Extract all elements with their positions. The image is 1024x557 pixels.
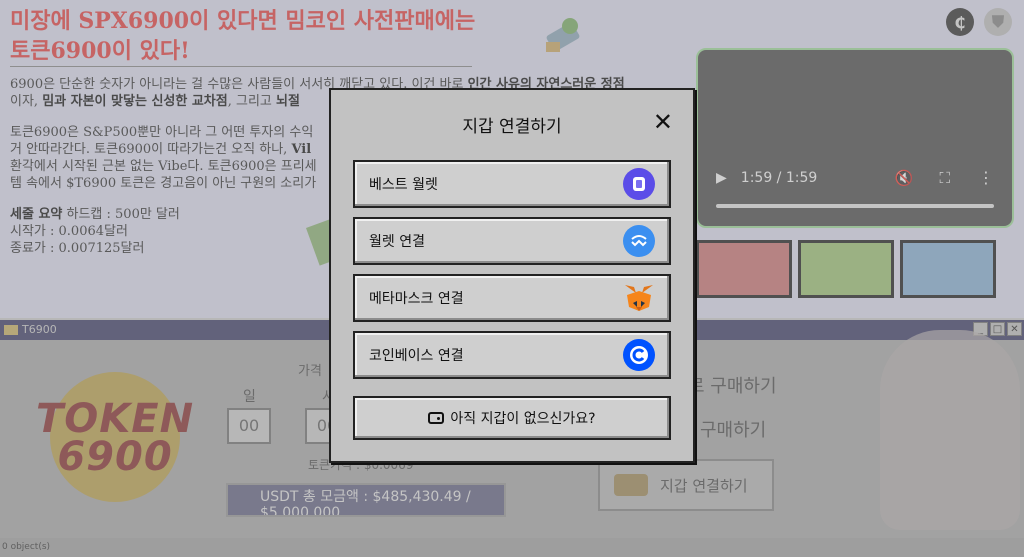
no-wallet-button[interactable]: 아직 지갑이 없으신가요?: [353, 396, 671, 440]
wallet-option-label: 코인베이스 연결: [369, 348, 464, 364]
wallet-option-label: 베스트 월렛: [369, 177, 438, 193]
metamask-fox-icon: [623, 282, 655, 314]
wallet-option-best-wallet[interactable]: 베스트 월렛: [353, 160, 671, 208]
presale-page: 미장에 SPX6900이 있다면 밈코인 사전판매에는 토큰6900이 있다! …: [0, 0, 1024, 557]
coinbase-icon: [623, 339, 655, 371]
wallet-option-label: 메타마스크 연결: [369, 291, 464, 307]
connect-wallet-modal: 지갑 연결하기 ✕ 베스트 월렛 월렛 연결 메타마스크 연결 코인베이스 연결: [329, 88, 695, 463]
modal-title: 지갑 연결하기: [462, 117, 562, 137]
wallet-option-coinbase[interactable]: 코인베이스 연결: [353, 331, 671, 379]
wallet-icon: [428, 412, 445, 424]
no-wallet-label: 아직 지갑이 없으신가요?: [450, 411, 596, 427]
wallet-option-metamask[interactable]: 메타마스크 연결: [353, 274, 671, 322]
wallet-option-walletconnect[interactable]: 월렛 연결: [353, 217, 671, 265]
best-wallet-icon: [623, 168, 655, 200]
close-icon[interactable]: ✕: [653, 110, 673, 134]
walletconnect-icon: [623, 225, 655, 257]
wallet-option-label: 월렛 연결: [369, 234, 425, 250]
